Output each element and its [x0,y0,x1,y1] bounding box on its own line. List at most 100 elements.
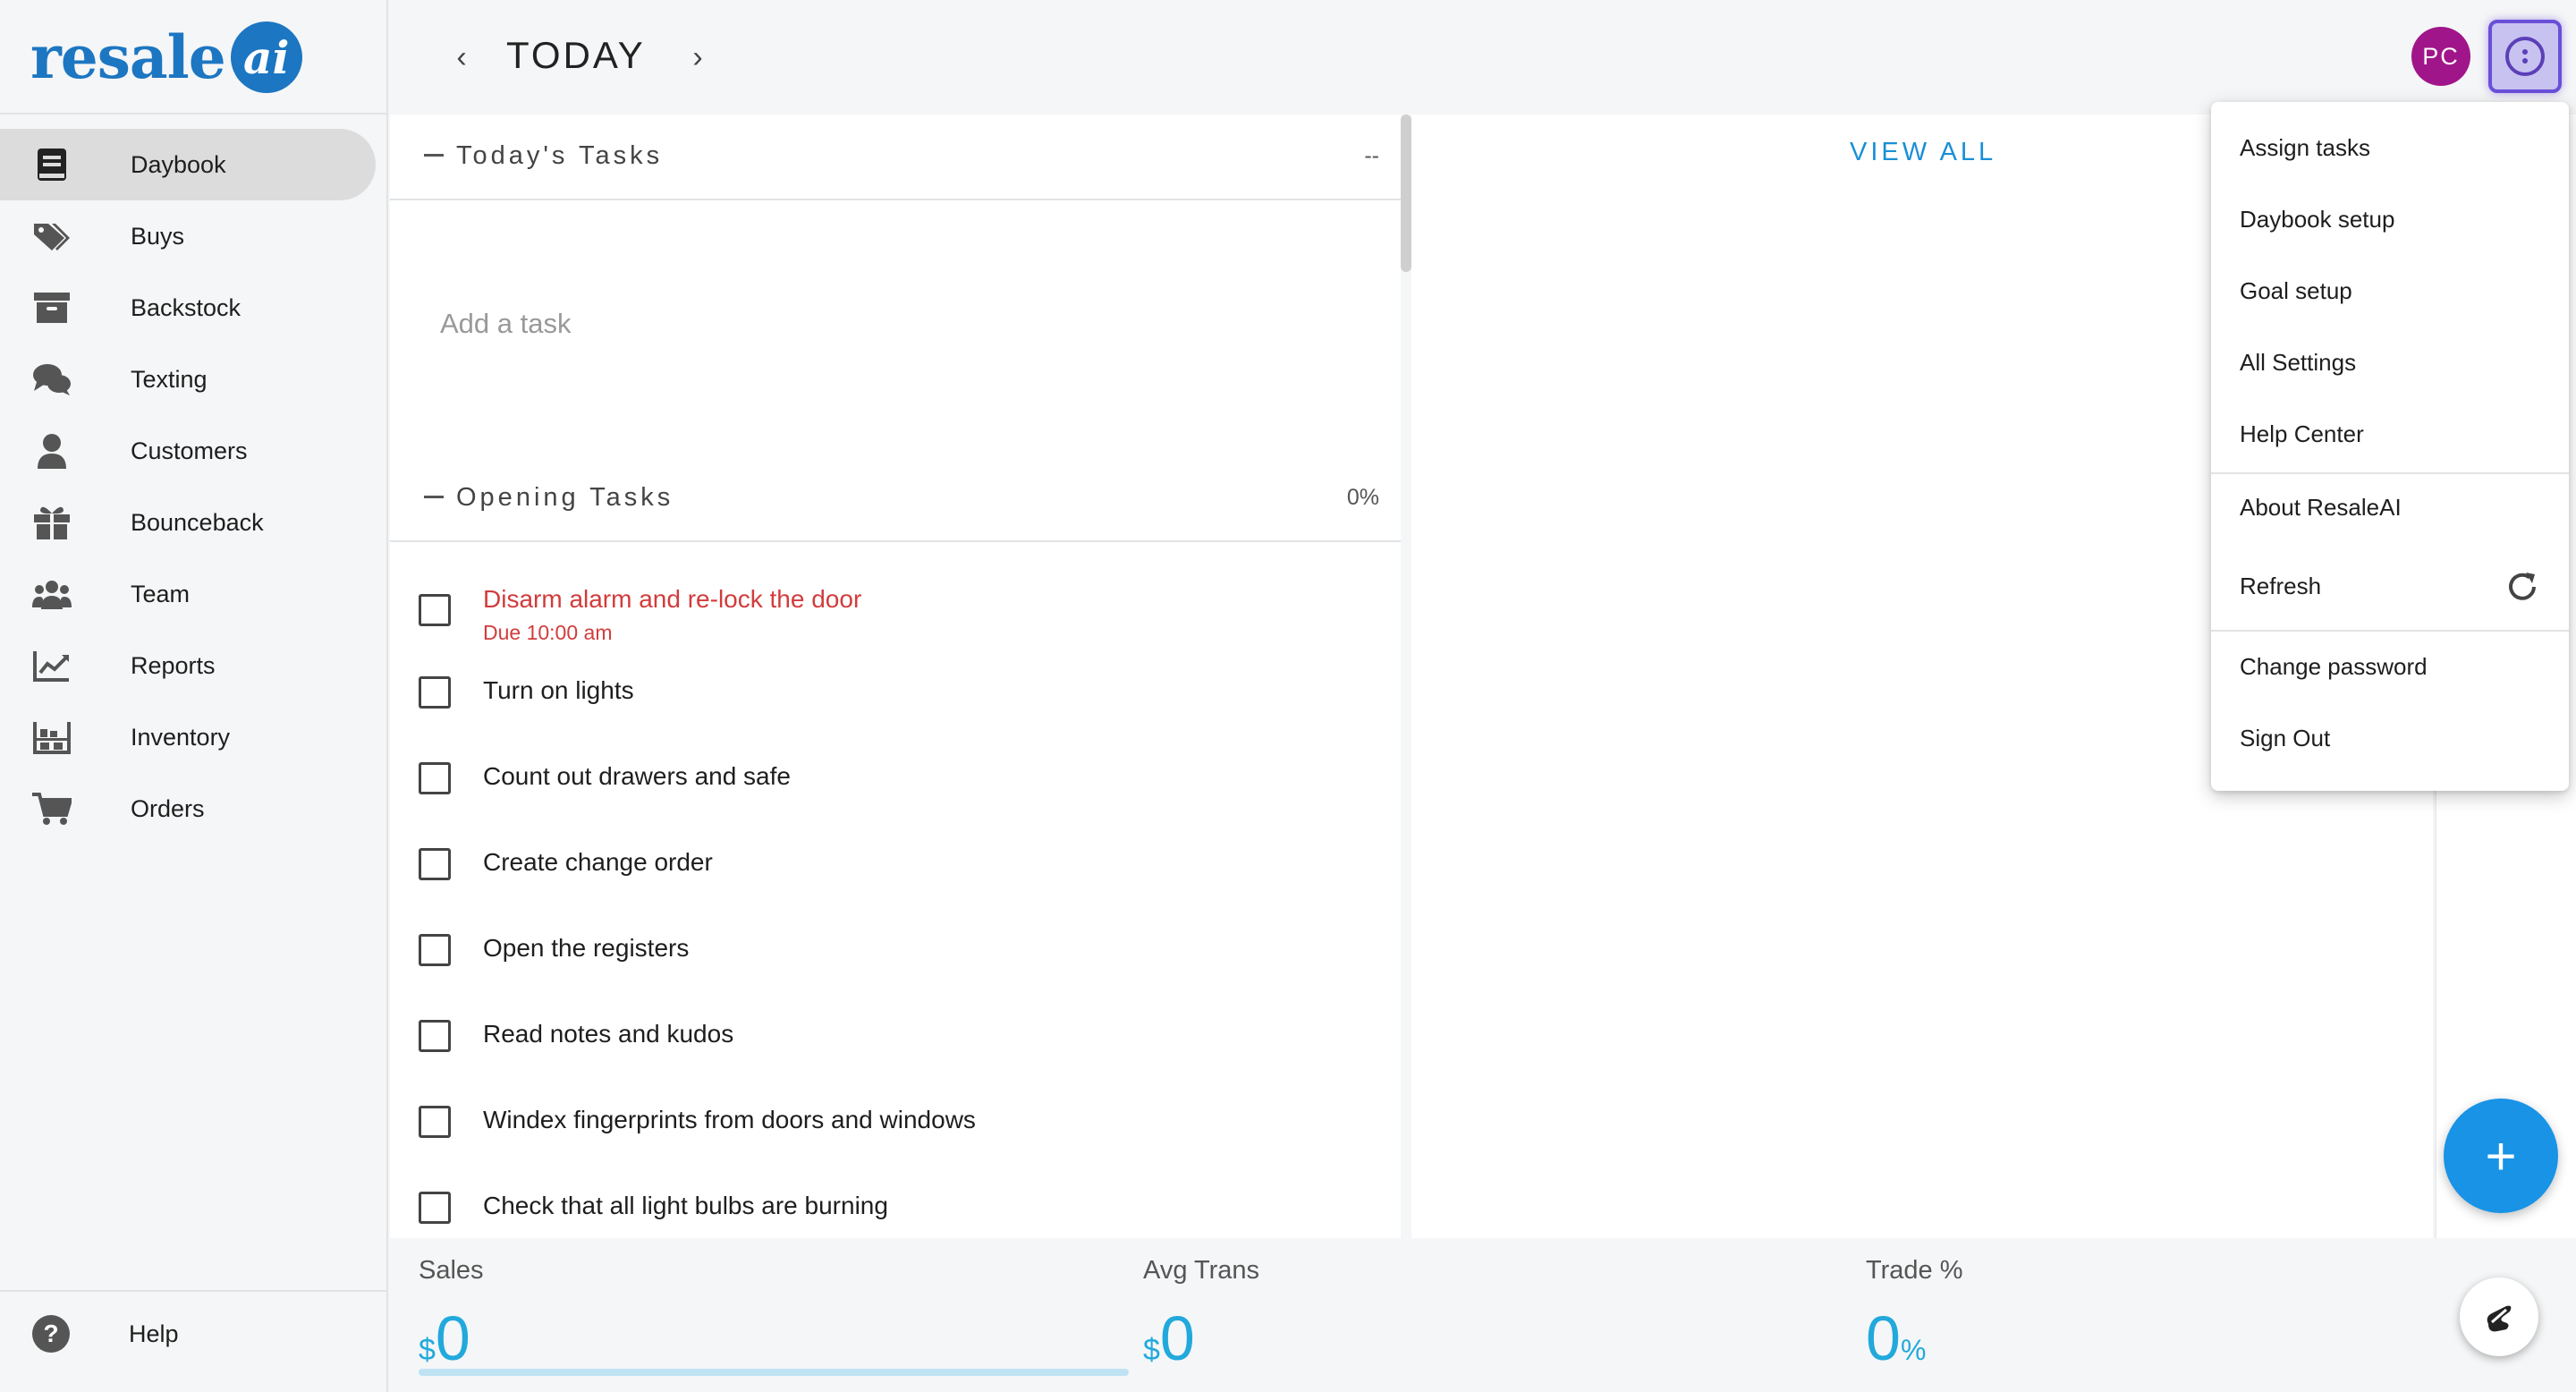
support-chat-button[interactable] [2460,1277,2538,1356]
task-checkbox[interactable] [419,1106,451,1138]
task-row[interactable]: Check that all light bulbs are burning [390,1172,1401,1238]
tags-icon [32,218,72,254]
sidebar-item-reports[interactable]: Reports [0,630,376,701]
task-row[interactable]: Create change order [390,828,1401,914]
task-row[interactable]: Windex fingerprints from doors and windo… [390,1086,1401,1172]
sidebar-item-label: Backstock [131,293,242,321]
view-all-link[interactable]: VIEW ALL [1850,138,1996,167]
sidebar-item-help[interactable]: ? Help [0,1299,388,1371]
task-label: Check that all light bulbs are burning [483,1192,888,1219]
sidebar-item-bounceback[interactable]: Bounceback [0,487,376,558]
task-row[interactable]: Turn on lights [390,657,1401,743]
avatar[interactable]: PC [2411,27,2470,86]
task-checkbox[interactable] [419,594,451,626]
resale-ai-logo[interactable]: resale ai [30,18,302,97]
collapse-icon [424,496,444,498]
menu-item-help-center[interactable]: Help Center [2211,401,2569,469]
trade-value: 0 [1866,1303,1901,1373]
sidebar-item-label: Daybook [131,150,226,178]
task-row[interactable]: Count out drawers and safe [390,743,1401,828]
menu-item-label: Assign tasks [2240,134,2370,161]
stats-bar: Sales $0 Avg Trans $0 Trade % 0% [390,1238,2576,1392]
task-row[interactable]: Read notes and kudos [390,1000,1401,1086]
task-checkbox[interactable] [419,1020,451,1052]
menu-item-about[interactable]: About ResaleAI [2211,474,2569,542]
task-checkbox[interactable] [419,676,451,709]
tasks-panel: Today's Tasks -- Add a task Opening Task… [390,115,1401,1238]
menu-divider [2211,630,2569,632]
more-menu-button[interactable] [2488,20,2562,93]
menu-item-label: Change password [2240,653,2428,680]
task-label: Create change order [483,848,713,876]
refresh-icon [2509,573,2536,600]
stat-sales: Sales $0 [419,1256,484,1373]
overflow-menu: Assign tasks Daybook setup Goal setup Al… [2211,102,2569,791]
chevron-right-icon[interactable]: › [680,36,716,79]
menu-item-change-password[interactable]: Change password [2211,633,2569,701]
sidebar-item-label: Buys [131,222,185,250]
task-checkbox[interactable] [419,934,451,966]
stat-trade: Trade % 0% [1866,1256,1963,1373]
top-header: ‹ TODAY › PC [390,0,2576,115]
sidebar-item-label: Help [129,1320,179,1347]
todays-tasks-header[interactable]: Today's Tasks -- [390,115,1401,200]
menu-item-label: Help Center [2240,420,2364,447]
avg-trans-value: 0 [1159,1303,1195,1373]
sales-value: 0 [435,1303,470,1373]
opening-tasks-header[interactable]: Opening Tasks 0% [390,456,1401,542]
task-checkbox[interactable] [419,1192,451,1224]
sidebar-item-orders[interactable]: Orders [0,773,376,845]
menu-item-sign-out[interactable]: Sign Out [2211,705,2569,773]
chevron-left-icon[interactable]: ‹ [444,36,479,79]
sidebar-item-backstock[interactable]: Backstock [0,272,376,344]
divider [0,1290,388,1292]
task-row[interactable]: Open the registers [390,914,1401,1000]
task-row[interactable]: Disarm alarm and re-lock the door Due 10… [390,571,1401,657]
menu-item-label: Daybook setup [2240,206,2395,233]
task-label: Turn on lights [483,676,634,704]
book-icon [32,147,72,182]
task-checkbox[interactable] [419,848,451,880]
sidebar-item-inventory[interactable]: Inventory [0,701,376,773]
stat-label: Trade % [1866,1256,1963,1285]
task-label: Windex fingerprints from doors and windo… [483,1106,976,1133]
menu-item-daybook-setup[interactable]: Daybook setup [2211,186,2569,254]
task-checkbox[interactable] [419,762,451,794]
menu-item-assign-tasks[interactable]: Assign tasks [2211,115,2569,182]
group-icon [32,576,72,612]
menu-item-label: About ResaleAI [2240,494,2402,521]
sidebar-item-texting[interactable]: Texting [0,344,376,415]
stat-label: Avg Trans [1143,1256,1260,1285]
percent-symbol: % [1900,1334,1927,1366]
sidebar-item-label: Bounceback [131,508,264,536]
person-icon [32,433,72,469]
menu-item-all-settings[interactable]: All Settings [2211,329,2569,397]
menu-item-goal-setup[interactable]: Goal setup [2211,258,2569,326]
page-title: TODAY [506,34,646,76]
section-progress: 0% [1346,485,1379,510]
scrollbar[interactable] [1401,115,1411,272]
stat-label: Sales [419,1256,484,1285]
sidebar-item-label: Team [131,580,191,607]
sidebar-item-buys[interactable]: Buys [0,200,376,272]
section-title: Opening Tasks [456,483,674,512]
task-label: Disarm alarm and re-lock the door [483,585,862,613]
task-label: Open the registers [483,934,690,962]
sales-progress-bar [419,1369,1129,1376]
cart-icon [32,791,72,827]
add-fab-button[interactable]: + [2444,1099,2558,1213]
sidebar-item-label: Customers [131,437,248,464]
sidebar-item-label: Reports [131,651,216,679]
menu-item-refresh[interactable]: Refresh [2211,553,2569,621]
add-task-input[interactable]: Add a task [440,308,571,340]
logo-text: resale [30,22,226,92]
sidebar-item-customers[interactable]: Customers [0,415,376,487]
sidebar-item-label: Orders [131,794,205,822]
sidebar-item-team[interactable]: Team [0,558,376,630]
sidebar-item-daybook[interactable]: Daybook [0,129,376,200]
stat-avg-trans: Avg Trans $0 [1143,1256,1260,1373]
sidebar-item-label: Texting [131,365,208,393]
sidebar-nav: Daybook Buys Backstock Texting Customers [0,129,388,845]
task-due: Due 10:00 am [483,621,613,644]
menu-item-label: All Settings [2240,349,2357,376]
